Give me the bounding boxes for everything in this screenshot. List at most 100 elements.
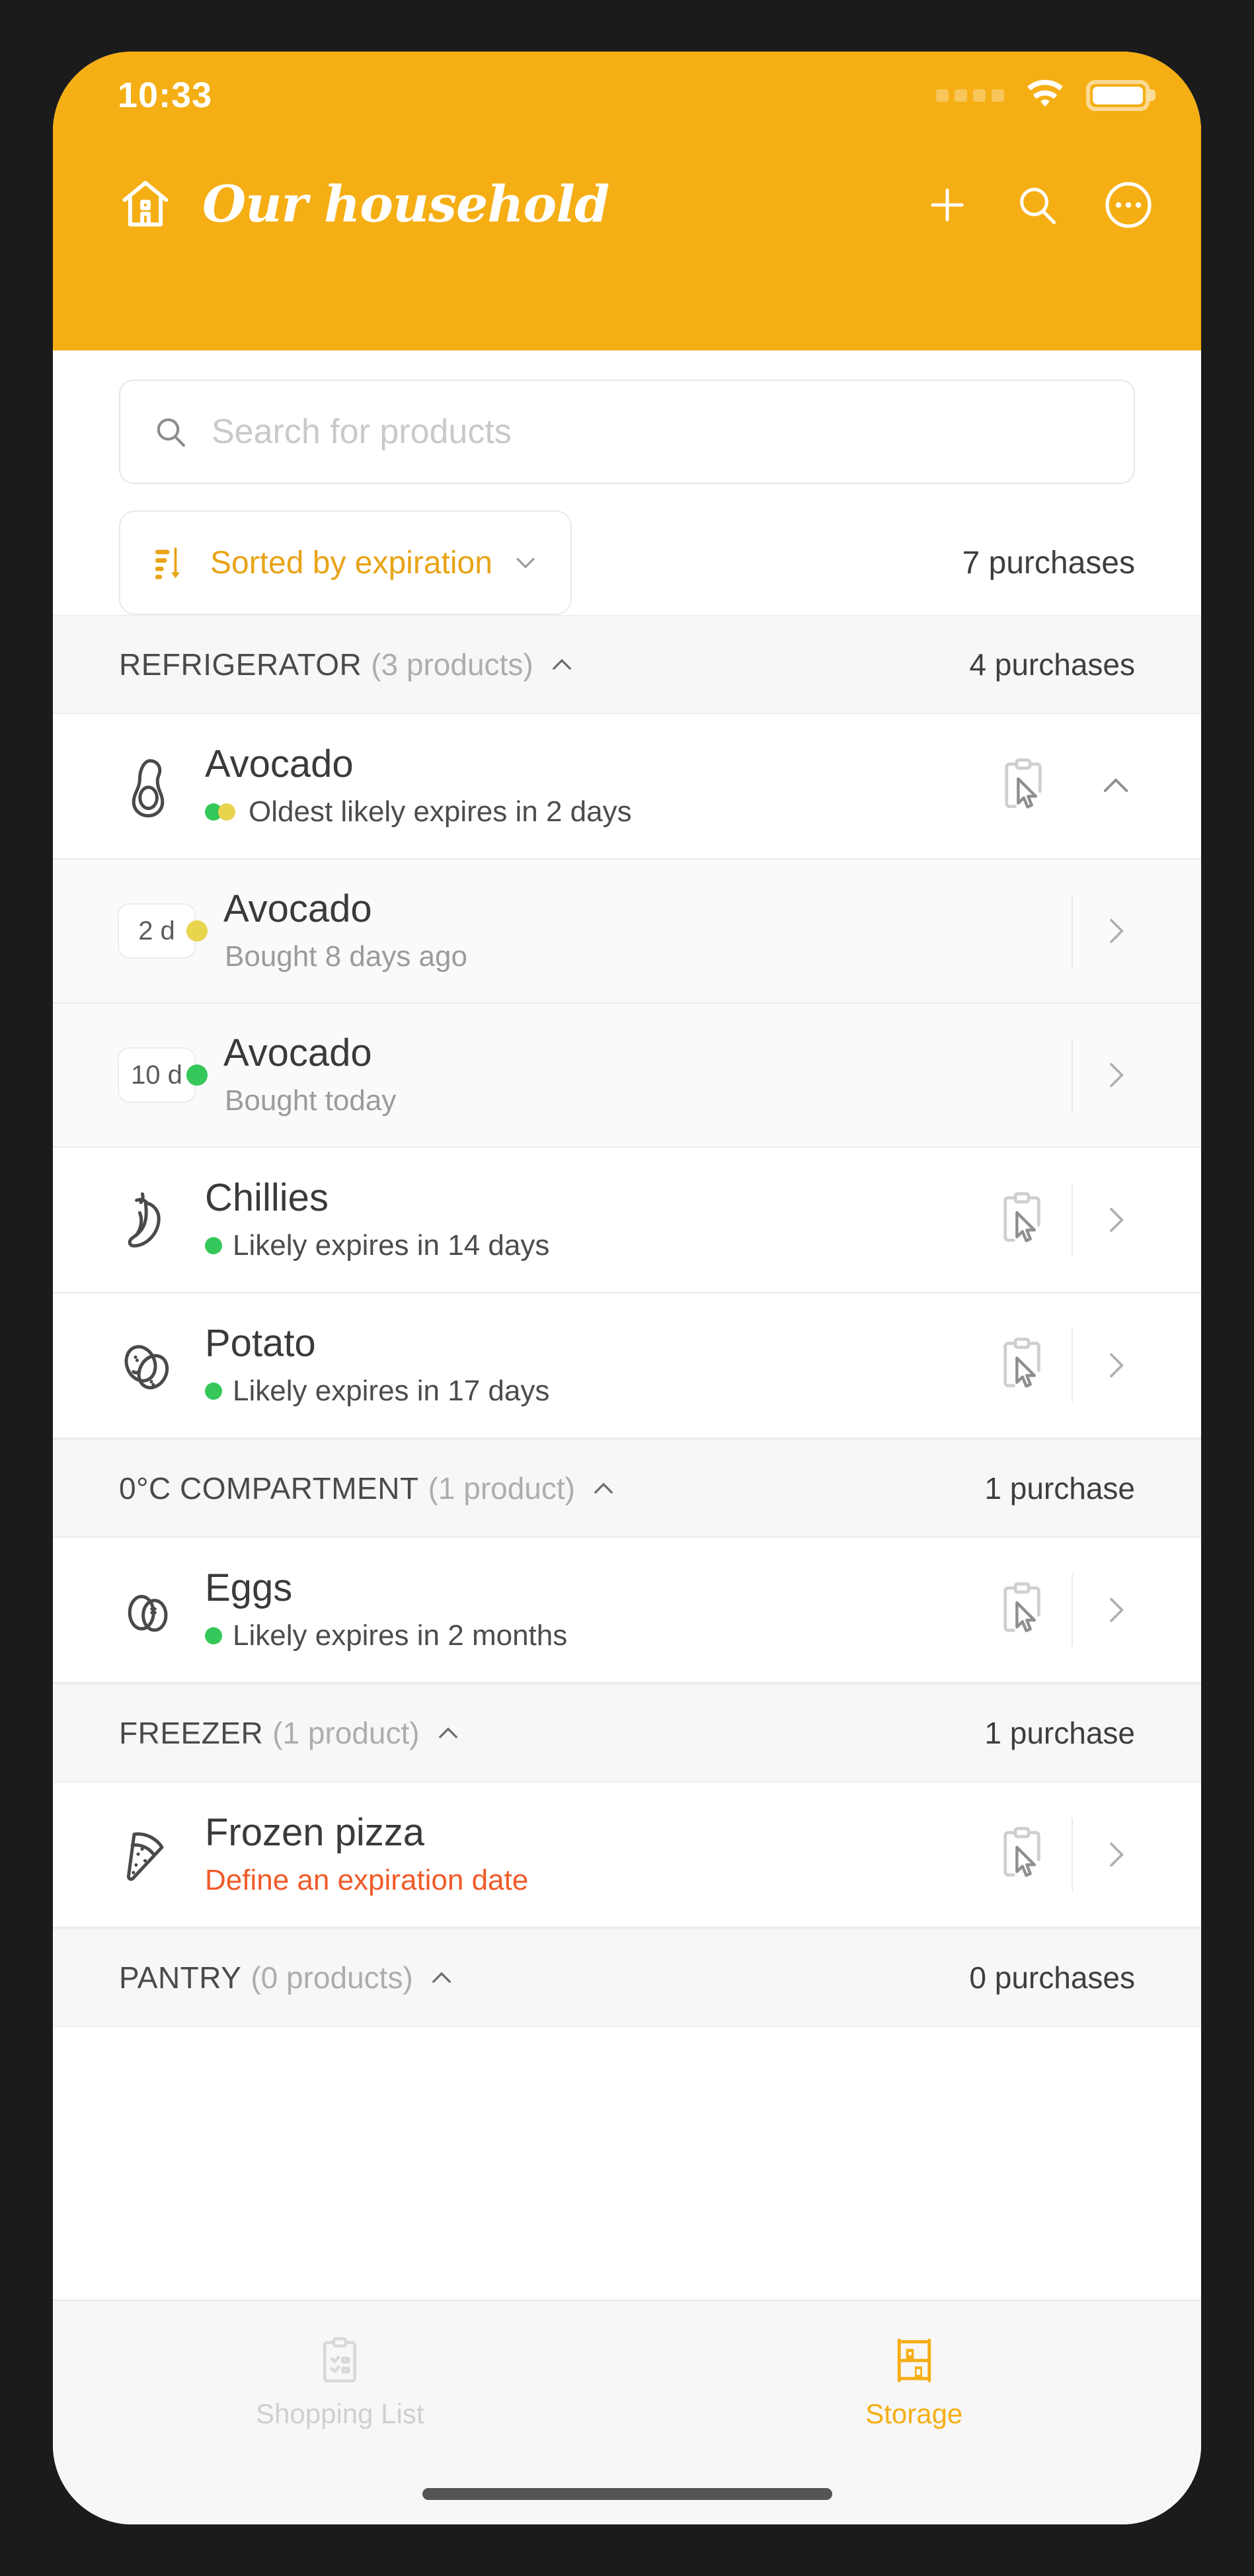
product-name: Avocado	[205, 743, 354, 786]
expiry-dot	[205, 1383, 222, 1400]
home-icon[interactable]	[118, 176, 173, 231]
section-purchase-count: 0 purchases	[969, 1960, 1135, 1995]
expiry-dot-pair	[205, 803, 238, 821]
potato-icon	[99, 1334, 198, 1397]
purchase-note: Bought 8 days ago	[225, 940, 467, 973]
product-status: Oldest likely expires in 2 days	[205, 797, 974, 827]
chevron-right-icon[interactable]	[1073, 1347, 1159, 1384]
app-bar: Our household	[53, 139, 1201, 350]
product-actions	[972, 1818, 1159, 1891]
product-row[interactable]: Chillies Likely expires in 14 days	[53, 1148, 1201, 1293]
product-status-text: Likely expires in 2 months	[233, 1619, 568, 1652]
chevron-down-icon	[516, 557, 535, 569]
status-indicators	[936, 79, 1150, 111]
section-name: 0°C COMPARTMENT	[119, 1471, 419, 1506]
product-actions	[974, 756, 1159, 817]
expiry-dot	[205, 1237, 222, 1255]
product-name: Frozen pizza	[205, 1811, 425, 1855]
main-content: Search for products Sorted by expiration	[53, 350, 1201, 2300]
chevron-up-icon[interactable]	[428, 1964, 455, 1992]
section-product-count: (1 product)	[428, 1471, 575, 1506]
search-icon	[157, 418, 185, 447]
chevron-up-icon[interactable]	[590, 1474, 617, 1502]
section-product-count: (1 product)	[272, 1716, 420, 1750]
phone-screen: 10:33 Our household Search for products …	[53, 52, 1201, 2524]
section-purchase-count: 1 purchase	[984, 1716, 1135, 1750]
nav-shopping-list[interactable]: Shopping List	[53, 2335, 627, 2430]
expiry-dot	[205, 1627, 222, 1645]
product-status-text: Define an expiration date	[205, 1864, 529, 1897]
section-purchase-count: 1 purchase	[984, 1471, 1135, 1506]
more-circle-icon[interactable]	[1102, 179, 1155, 231]
purchase-name: Avocado	[223, 1031, 372, 1075]
chevron-right-icon[interactable]	[1073, 1836, 1159, 1873]
search-icon[interactable]	[1013, 181, 1061, 229]
product-info: Chillies Likely expires in 14 days	[198, 1178, 972, 1261]
clipboard-cursor-icon[interactable]	[972, 1335, 1072, 1396]
clipboard-checklist-icon	[323, 2337, 357, 2383]
section-header[interactable]: PANTRY (0 products) 0 purchases	[53, 1928, 1201, 2027]
home-indicator-area	[53, 2464, 1201, 2524]
product-name: Chillies	[205, 1176, 329, 1220]
product-actions	[972, 1329, 1159, 1402]
product-status-text: Oldest likely expires in 2 days	[249, 795, 632, 828]
chevron-up-icon[interactable]	[1073, 768, 1159, 805]
chili-icon	[99, 1188, 198, 1252]
status-bar: 10:33	[53, 52, 1201, 139]
product-name: Potato	[205, 1322, 316, 1365]
chevron-right-icon[interactable]	[1073, 1057, 1159, 1094]
product-status: Likely expires in 14 days	[205, 1230, 972, 1261]
product-info: Potato Likely expires in 17 days	[198, 1324, 972, 1406]
section-header[interactable]: REFRIGERATOR (3 products) 4 purchases	[53, 615, 1201, 714]
nav-storage[interactable]: Storage	[627, 2335, 1202, 2430]
product-row[interactable]: Potato Likely expires in 17 days	[53, 1293, 1201, 1439]
sort-button[interactable]: Sorted by expiration	[119, 510, 572, 615]
section-purchase-count: 4 purchases	[969, 647, 1135, 682]
section-product-count: (3 products)	[371, 647, 533, 682]
clipboard-cursor-icon[interactable]	[972, 1824, 1072, 1885]
chevron-up-icon[interactable]	[548, 651, 576, 678]
total-purchases: 7 purchases	[962, 545, 1136, 581]
purchase-actions	[1072, 1039, 1159, 1111]
product-row[interactable]: Frozen pizza Define an expiration date	[53, 1783, 1201, 1928]
days-left-text: 10 d	[131, 1060, 182, 1090]
chevron-up-icon[interactable]	[434, 1719, 462, 1747]
avocado-icon	[99, 754, 198, 818]
storage-sections: REFRIGERATOR (3 products) 4 purchases Avoca…	[53, 615, 1201, 2027]
product-status: Likely expires in 2 months	[205, 1621, 972, 1651]
chevron-right-icon[interactable]	[1073, 1591, 1159, 1629]
shelf-icon	[897, 2339, 931, 2382]
product-status-text: Likely expires in 17 days	[233, 1375, 550, 1408]
plus-icon[interactable]	[922, 180, 972, 230]
search-input[interactable]: Search for products	[119, 380, 1135, 484]
expiry-dot	[186, 920, 208, 942]
purchase-actions	[1072, 895, 1159, 967]
product-info: Avocado Oldest likely expires in 2 days	[198, 745, 974, 827]
days-left-text: 2 d	[138, 916, 175, 946]
clipboard-cursor-icon[interactable]	[974, 756, 1073, 817]
product-info: Frozen pizza Define an expiration date	[198, 1813, 972, 1896]
page-title: Our household	[202, 175, 609, 233]
purchase-row[interactable]: 2 d Avocado Bought 8 days ago	[53, 860, 1201, 1004]
section-header[interactable]: FREEZER (1 product) 1 purchase	[53, 1683, 1201, 1783]
purchase-info: Avocado Bought today	[217, 1033, 1072, 1116]
wifi-icon	[1027, 79, 1063, 107]
sort-row: Sorted by expiration 7 purchases	[53, 484, 1201, 615]
product-row[interactable]: Avocado Oldest likely expires in 2 days	[53, 714, 1201, 860]
chevron-right-icon[interactable]	[1073, 1201, 1159, 1238]
clipboard-cursor-icon[interactable]	[972, 1189, 1072, 1250]
clipboard-cursor-icon[interactable]	[972, 1580, 1072, 1640]
eggs-icon	[99, 1578, 198, 1642]
nav-storage-label: Storage	[865, 2398, 963, 2429]
product-actions	[972, 1574, 1159, 1646]
chevron-right-icon[interactable]	[1073, 912, 1159, 949]
section-product-count: (0 products)	[251, 1960, 413, 1995]
product-row[interactable]: Eggs Likely expires in 2 months	[53, 1538, 1201, 1683]
sort-label: Sorted by expiration	[210, 545, 492, 581]
product-status: Define an expiration date	[205, 1865, 972, 1896]
purchase-row[interactable]: 10 d Avocado Bought today	[53, 1004, 1201, 1148]
home-indicator[interactable]	[422, 2488, 832, 2500]
signal-dots-icon	[936, 89, 1004, 102]
status-time: 10:33	[118, 75, 213, 115]
section-header[interactable]: 0°C COMPARTMENT (1 product) 1 purchase	[53, 1439, 1201, 1538]
